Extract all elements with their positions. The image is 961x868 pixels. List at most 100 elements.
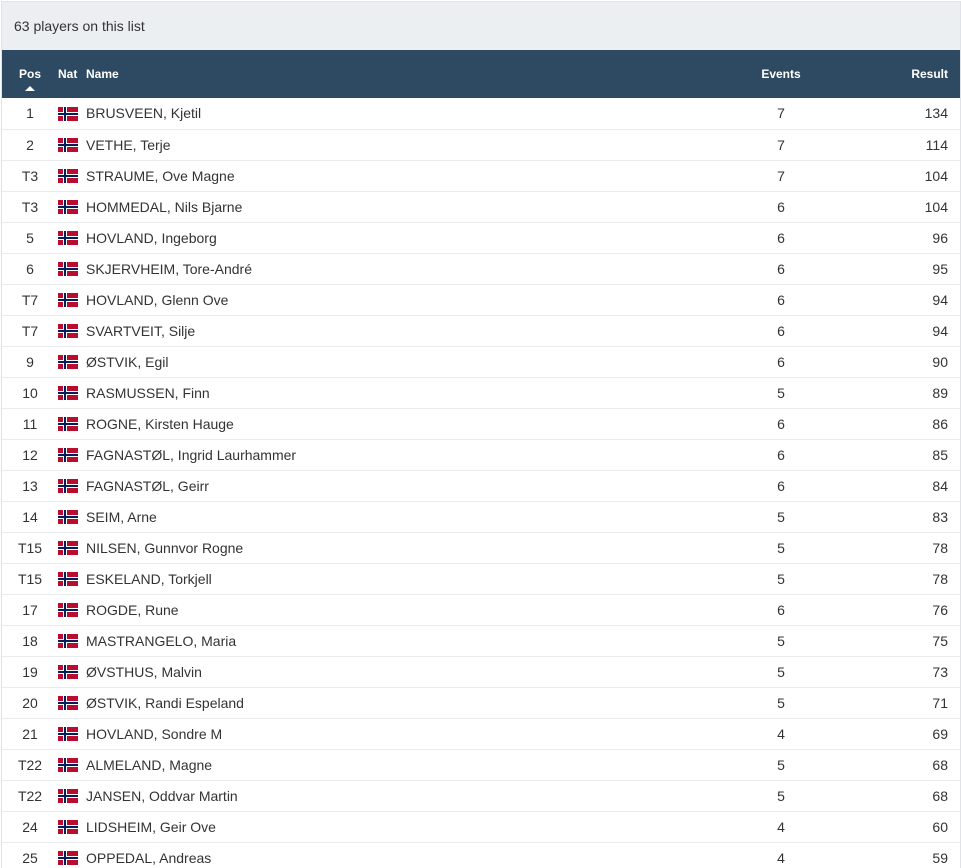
position-cell: 5 bbox=[26, 229, 34, 246]
table-row[interactable]: 17 ROGDE, Rune 6 76 bbox=[2, 594, 960, 625]
table-row[interactable]: 9 ØSTVIK, Egil 6 90 bbox=[2, 346, 960, 377]
table-row[interactable]: T22 JANSEN, Oddvar Martin 5 68 bbox=[2, 780, 960, 811]
player-name-cell[interactable]: ROGDE, Rune bbox=[86, 594, 716, 625]
player-name-cell[interactable]: HOVLAND, Glenn Ove bbox=[86, 284, 716, 315]
norway-flag-icon bbox=[58, 323, 78, 338]
player-name-link[interactable]: ØSTVIK, Randi Espeland bbox=[86, 695, 244, 711]
player-name-cell[interactable]: HOVLAND, Ingeborg bbox=[86, 222, 716, 253]
player-name-link[interactable]: NILSEN, Gunnvor Rogne bbox=[86, 540, 243, 556]
norway-flag-icon bbox=[58, 261, 78, 276]
table-row[interactable]: T7 SVARTVEIT, Silje 6 94 bbox=[2, 315, 960, 346]
table-row[interactable]: 11 ROGNE, Kirsten Hauge 6 86 bbox=[2, 408, 960, 439]
table-row[interactable]: T15 ESKELAND, Torkjell 5 78 bbox=[2, 563, 960, 594]
player-name-link[interactable]: ALMELAND, Magne bbox=[86, 757, 212, 773]
player-name-cell[interactable]: FAGNASTØL, Geirr bbox=[86, 470, 716, 501]
table-row[interactable]: 6 SKJERVHEIM, Tore-André 6 95 bbox=[2, 253, 960, 284]
column-header-nat[interactable]: Nat bbox=[58, 50, 86, 98]
player-name-link[interactable]: SKJERVHEIM, Tore-André bbox=[86, 261, 252, 277]
nationality-cell bbox=[58, 718, 86, 749]
norway-flag-icon bbox=[58, 478, 78, 493]
player-name-cell[interactable]: SEIM, Arne bbox=[86, 501, 716, 532]
norway-flag-icon bbox=[58, 354, 78, 369]
table-row[interactable]: 14 SEIM, Arne 5 83 bbox=[2, 501, 960, 532]
player-name-cell[interactable]: BRUSVEEN, Kjetil bbox=[86, 98, 716, 129]
player-name-cell[interactable]: ROGNE, Kirsten Hauge bbox=[86, 408, 716, 439]
player-name-link[interactable]: SEIM, Arne bbox=[86, 509, 157, 525]
table-row[interactable]: 20 ØSTVIK, Randi Espeland 5 71 bbox=[2, 687, 960, 718]
result-cell: 83 bbox=[932, 508, 948, 525]
player-name-link[interactable]: HOVLAND, Ingeborg bbox=[86, 230, 217, 246]
player-name-link[interactable]: ØVSTHUS, Malvin bbox=[86, 664, 202, 680]
player-name-cell[interactable]: ALMELAND, Magne bbox=[86, 749, 716, 780]
player-name-cell[interactable]: NILSEN, Gunnvor Rogne bbox=[86, 532, 716, 563]
player-name-link[interactable]: HOVLAND, Glenn Ove bbox=[86, 292, 228, 308]
player-name-link[interactable]: HOMMEDAL, Nils Bjarne bbox=[86, 199, 242, 215]
column-header-result[interactable]: Result bbox=[846, 50, 960, 98]
table-row[interactable]: 10 RASMUSSEN, Finn 5 89 bbox=[2, 377, 960, 408]
events-cell: 6 bbox=[777, 601, 785, 618]
norway-flag-icon bbox=[58, 726, 78, 741]
norway-flag-icon bbox=[58, 540, 78, 555]
player-name-cell[interactable]: JANSEN, Oddvar Martin bbox=[86, 780, 716, 811]
events-cell: 4 bbox=[777, 818, 785, 835]
player-name-link[interactable]: VETHE, Terje bbox=[86, 137, 171, 153]
table-row[interactable]: 5 HOVLAND, Ingeborg 6 96 bbox=[2, 222, 960, 253]
result-cell: 95 bbox=[932, 260, 948, 277]
player-name-link[interactable]: FAGNASTØL, Ingrid Laurhammer bbox=[86, 447, 296, 463]
player-name-cell[interactable]: HOVLAND, Sondre M bbox=[86, 718, 716, 749]
table-row[interactable]: 21 HOVLAND, Sondre M 4 69 bbox=[2, 718, 960, 749]
table-row[interactable]: 1 BRUSVEEN, Kjetil 7 134 bbox=[2, 98, 960, 129]
nationality-cell bbox=[58, 408, 86, 439]
player-name-link[interactable]: ØSTVIK, Egil bbox=[86, 354, 168, 370]
norway-flag-icon bbox=[58, 819, 78, 834]
player-name-link[interactable]: BRUSVEEN, Kjetil bbox=[86, 105, 201, 121]
player-name-link[interactable]: HOVLAND, Sondre M bbox=[86, 726, 222, 742]
table-row[interactable]: T22 ALMELAND, Magne 5 68 bbox=[2, 749, 960, 780]
player-name-cell[interactable]: SKJERVHEIM, Tore-André bbox=[86, 253, 716, 284]
norway-flag-icon bbox=[58, 633, 78, 648]
player-name-cell[interactable]: LIDSHEIM, Geir Ove bbox=[86, 811, 716, 842]
player-name-cell[interactable]: ØVSTHUS, Malvin bbox=[86, 656, 716, 687]
player-name-cell[interactable]: VETHE, Terje bbox=[86, 129, 716, 160]
column-header-name[interactable]: Name bbox=[86, 50, 716, 98]
table-row[interactable]: 25 OPPEDAL, Andreas 4 59 bbox=[2, 842, 960, 868]
player-name-link[interactable]: ESKELAND, Torkjell bbox=[86, 571, 212, 587]
player-name-link[interactable]: ROGNE, Kirsten Hauge bbox=[86, 416, 234, 432]
player-name-link[interactable]: ROGDE, Rune bbox=[86, 602, 179, 618]
player-name-cell[interactable]: RASMUSSEN, Finn bbox=[86, 377, 716, 408]
player-name-link[interactable]: STRAUME, Ove Magne bbox=[86, 168, 235, 184]
table-row[interactable]: 24 LIDSHEIM, Geir Ove 4 60 bbox=[2, 811, 960, 842]
table-row[interactable]: T3 STRAUME, Ove Magne 7 104 bbox=[2, 160, 960, 191]
player-name-link[interactable]: JANSEN, Oddvar Martin bbox=[86, 788, 238, 804]
table-row[interactable]: 12 FAGNASTØL, Ingrid Laurhammer 6 85 bbox=[2, 439, 960, 470]
player-name-cell[interactable]: HOMMEDAL, Nils Bjarne bbox=[86, 191, 716, 222]
norway-flag-icon bbox=[58, 106, 78, 121]
player-name-link[interactable]: LIDSHEIM, Geir Ove bbox=[86, 819, 216, 835]
column-header-pos[interactable]: Pos bbox=[2, 50, 58, 98]
events-cell: 6 bbox=[777, 260, 785, 277]
events-cell: 6 bbox=[777, 446, 785, 463]
table-row[interactable]: 13 FAGNASTØL, Geirr 6 84 bbox=[2, 470, 960, 501]
player-name-link[interactable]: OPPEDAL, Andreas bbox=[86, 850, 211, 866]
table-row[interactable]: T15 NILSEN, Gunnvor Rogne 5 78 bbox=[2, 532, 960, 563]
player-name-cell[interactable]: OPPEDAL, Andreas bbox=[86, 842, 716, 868]
nationality-cell bbox=[58, 501, 86, 532]
player-name-cell[interactable]: FAGNASTØL, Ingrid Laurhammer bbox=[86, 439, 716, 470]
player-name-cell[interactable]: STRAUME, Ove Magne bbox=[86, 160, 716, 191]
position-cell: 10 bbox=[22, 384, 38, 401]
player-name-cell[interactable]: MASTRANGELO, Maria bbox=[86, 625, 716, 656]
player-name-cell[interactable]: ØSTVIK, Egil bbox=[86, 346, 716, 377]
player-name-cell[interactable]: ESKELAND, Torkjell bbox=[86, 563, 716, 594]
column-header-events[interactable]: Events bbox=[716, 50, 846, 98]
player-name-cell[interactable]: SVARTVEIT, Silje bbox=[86, 315, 716, 346]
player-name-link[interactable]: SVARTVEIT, Silje bbox=[86, 323, 195, 339]
table-row[interactable]: 19 ØVSTHUS, Malvin 5 73 bbox=[2, 656, 960, 687]
player-name-cell[interactable]: ØSTVIK, Randi Espeland bbox=[86, 687, 716, 718]
table-row[interactable]: 2 VETHE, Terje 7 114 bbox=[2, 129, 960, 160]
table-row[interactable]: 18 MASTRANGELO, Maria 5 75 bbox=[2, 625, 960, 656]
table-row[interactable]: T3 HOMMEDAL, Nils Bjarne 6 104 bbox=[2, 191, 960, 222]
player-name-link[interactable]: MASTRANGELO, Maria bbox=[86, 633, 236, 649]
player-name-link[interactable]: RASMUSSEN, Finn bbox=[86, 385, 210, 401]
player-name-link[interactable]: FAGNASTØL, Geirr bbox=[86, 478, 209, 494]
table-row[interactable]: T7 HOVLAND, Glenn Ove 6 94 bbox=[2, 284, 960, 315]
